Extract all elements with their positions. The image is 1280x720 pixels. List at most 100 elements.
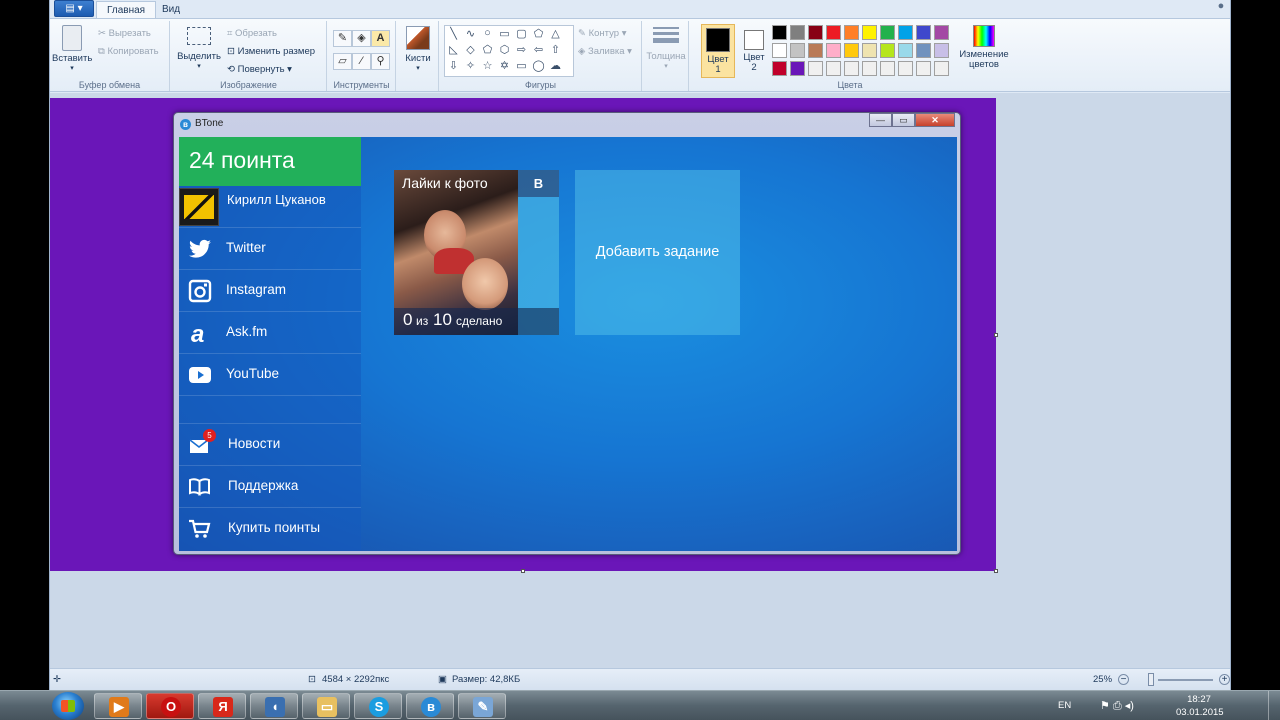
sidebar-item-instagram[interactable]: Instagram [179,270,361,312]
palette-swatch[interactable] [880,43,895,58]
palette-swatch[interactable] [916,25,931,40]
canvas-resize-handle-bottom[interactable] [521,569,525,573]
palette-swatch[interactable] [862,61,877,76]
tab-view[interactable]: Вид [152,1,190,19]
start-button[interactable] [52,692,84,720]
rotate-button[interactable]: ⟲ Повернуть ▾ [227,64,292,75]
palette-swatch[interactable] [934,43,949,58]
palette-swatch[interactable] [844,61,859,76]
palette-swatch[interactable] [898,43,913,58]
palette-swatch[interactable] [844,43,859,58]
palette-swatch[interactable] [772,43,787,58]
crop-button[interactable]: ⌗ Обрезать [227,28,277,39]
add-task-tile[interactable]: Добавить задание [575,170,740,335]
edit-colors-button[interactable]: Изменение цветов [958,25,1010,70]
palette-swatch[interactable] [772,61,787,76]
taskbar-opera[interactable]: O [146,693,194,719]
taskbar-btone[interactable]: в [406,693,454,719]
text-tool-icon[interactable]: A [371,30,390,47]
paste-button[interactable]: Вставить ▾ [52,25,92,72]
sidebar-item-askfm[interactable]: a Ask.fm [179,312,361,354]
palette-swatch[interactable] [826,61,841,76]
brushes-button[interactable]: Кисти ▾ [399,26,437,72]
palette-swatch[interactable] [790,25,805,40]
palette-swatch[interactable] [916,43,931,58]
fill-button[interactable]: ◈ Заливка ▾ [578,46,632,57]
magnifier-icon[interactable]: ⚲ [371,53,390,70]
star4-shape-icon[interactable]: ✧ [462,59,479,72]
sidebar-item-buy-points[interactable]: Купить поинты [179,508,361,550]
diamond-shape-icon[interactable]: ◇ [462,43,479,56]
callout-rect-shape-icon[interactable]: ▭ [513,59,530,72]
palette-swatch[interactable] [844,25,859,40]
color2-button[interactable]: Цвет 2 [739,24,769,78]
arrow-right-shape-icon[interactable]: ⇨ [513,43,530,56]
tray-icons[interactable]: ⚑ ⎙ ◂) [1100,699,1134,713]
close-button[interactable]: ✕ [915,113,955,127]
select-button[interactable]: Выделить ▾ [176,27,222,70]
pencil-icon[interactable]: ✎ [333,30,352,47]
hexagon-shape-icon[interactable]: ⬡ [496,43,513,56]
minimize-button[interactable]: — [869,113,892,127]
palette-swatch[interactable] [772,25,787,40]
user-profile[interactable]: Кирилл Цуканов [179,186,361,228]
eraser-icon[interactable]: ▱ [333,53,352,70]
triangle-shape-icon[interactable]: △ [547,27,564,40]
tab-home[interactable]: Главная [96,1,157,19]
line-shape-icon[interactable]: ╲ [445,27,462,40]
taskbar-explorer[interactable]: ▭ [302,693,350,719]
fill-bucket-icon[interactable]: ◈ [352,30,371,47]
zoom-in-button[interactable]: + [1219,674,1230,685]
task-tile-photo-likes[interactable]: Лайки к фото В 0 из 10 сделано [394,170,559,335]
palette-swatch[interactable] [916,61,931,76]
polygon-shape-icon[interactable]: ⬠ [530,27,547,40]
pentagon-shape-icon[interactable]: ⬠ [479,43,496,56]
right-triangle-shape-icon[interactable]: ◺ [445,43,462,56]
palette-swatch[interactable] [808,25,823,40]
palette-swatch[interactable] [808,61,823,76]
palette-swatch[interactable] [862,43,877,58]
star5-shape-icon[interactable]: ☆ [479,59,496,72]
arrow-down-shape-icon[interactable]: ⇩ [445,59,462,72]
zoom-out-button[interactable]: − [1118,674,1129,685]
points-counter[interactable]: 24 поинта [179,137,361,186]
palette-swatch[interactable] [826,43,841,58]
callout-cloud-shape-icon[interactable]: ☁ [547,59,564,72]
palette-swatch[interactable] [790,43,805,58]
zoom-slider-track[interactable] [1158,679,1213,681]
thickness-button[interactable]: Толщина ▾ [645,27,687,70]
palette-swatch[interactable] [898,61,913,76]
canvas-resize-handle-right[interactable] [994,333,998,337]
sidebar-item-support[interactable]: Поддержка [179,466,361,508]
palette-swatch[interactable] [934,61,949,76]
taskbar-skype[interactable]: S [354,693,402,719]
copy-button[interactable]: ⧉ Копировать [98,46,159,57]
canvas-resize-handle-corner[interactable] [994,569,998,573]
drawing-canvas[interactable]: в BTone — ▭ ✕ 24 поинта Кирилл Цуканов T… [50,98,996,571]
palette-swatch[interactable] [808,43,823,58]
palette-swatch[interactable] [826,25,841,40]
color-picker-icon[interactable]: ⁄ [352,53,371,70]
oval-shape-icon[interactable]: ○ [479,27,496,39]
palette-swatch[interactable] [934,25,949,40]
file-menu-button[interactable]: ▤ ▾ [54,0,94,17]
palette-swatch[interactable] [862,25,877,40]
taskbar-yandex[interactable]: Я [198,693,246,719]
shapes-gallery[interactable]: ╲ ∿ ○ ▭ ▢ ⬠ △ ◺ ◇ ⬠ ⬡ ⇨ ⇦ ⇧ ⇩ ✧ ☆ ✡ ▭ ◯ [444,25,574,77]
callout-oval-shape-icon[interactable]: ◯ [530,59,547,72]
maximize-button[interactable]: ▭ [892,113,915,127]
sidebar-item-twitter[interactable]: Twitter [179,228,361,270]
arrow-up-shape-icon[interactable]: ⇧ [547,43,564,56]
palette-swatch[interactable] [898,25,913,40]
palette-swatch[interactable] [880,61,895,76]
taskbar-media-player[interactable]: ▶ [94,693,142,719]
sidebar-item-youtube[interactable]: YouTube [179,354,361,396]
canvas-workspace[interactable]: в BTone — ▭ ✕ 24 поинта Кирилл Цуканов T… [50,93,1230,668]
arrow-left-shape-icon[interactable]: ⇦ [530,43,547,56]
language-indicator[interactable]: EN [1058,700,1071,711]
color1-button[interactable]: Цвет 1 [701,24,735,78]
show-desktop-button[interactable] [1268,691,1280,720]
clock[interactable]: 18:27 03.01.2015 [1176,694,1224,718]
sidebar-item-news[interactable]: 5 Новости [179,424,361,466]
rounded-rect-shape-icon[interactable]: ▢ [513,27,530,40]
